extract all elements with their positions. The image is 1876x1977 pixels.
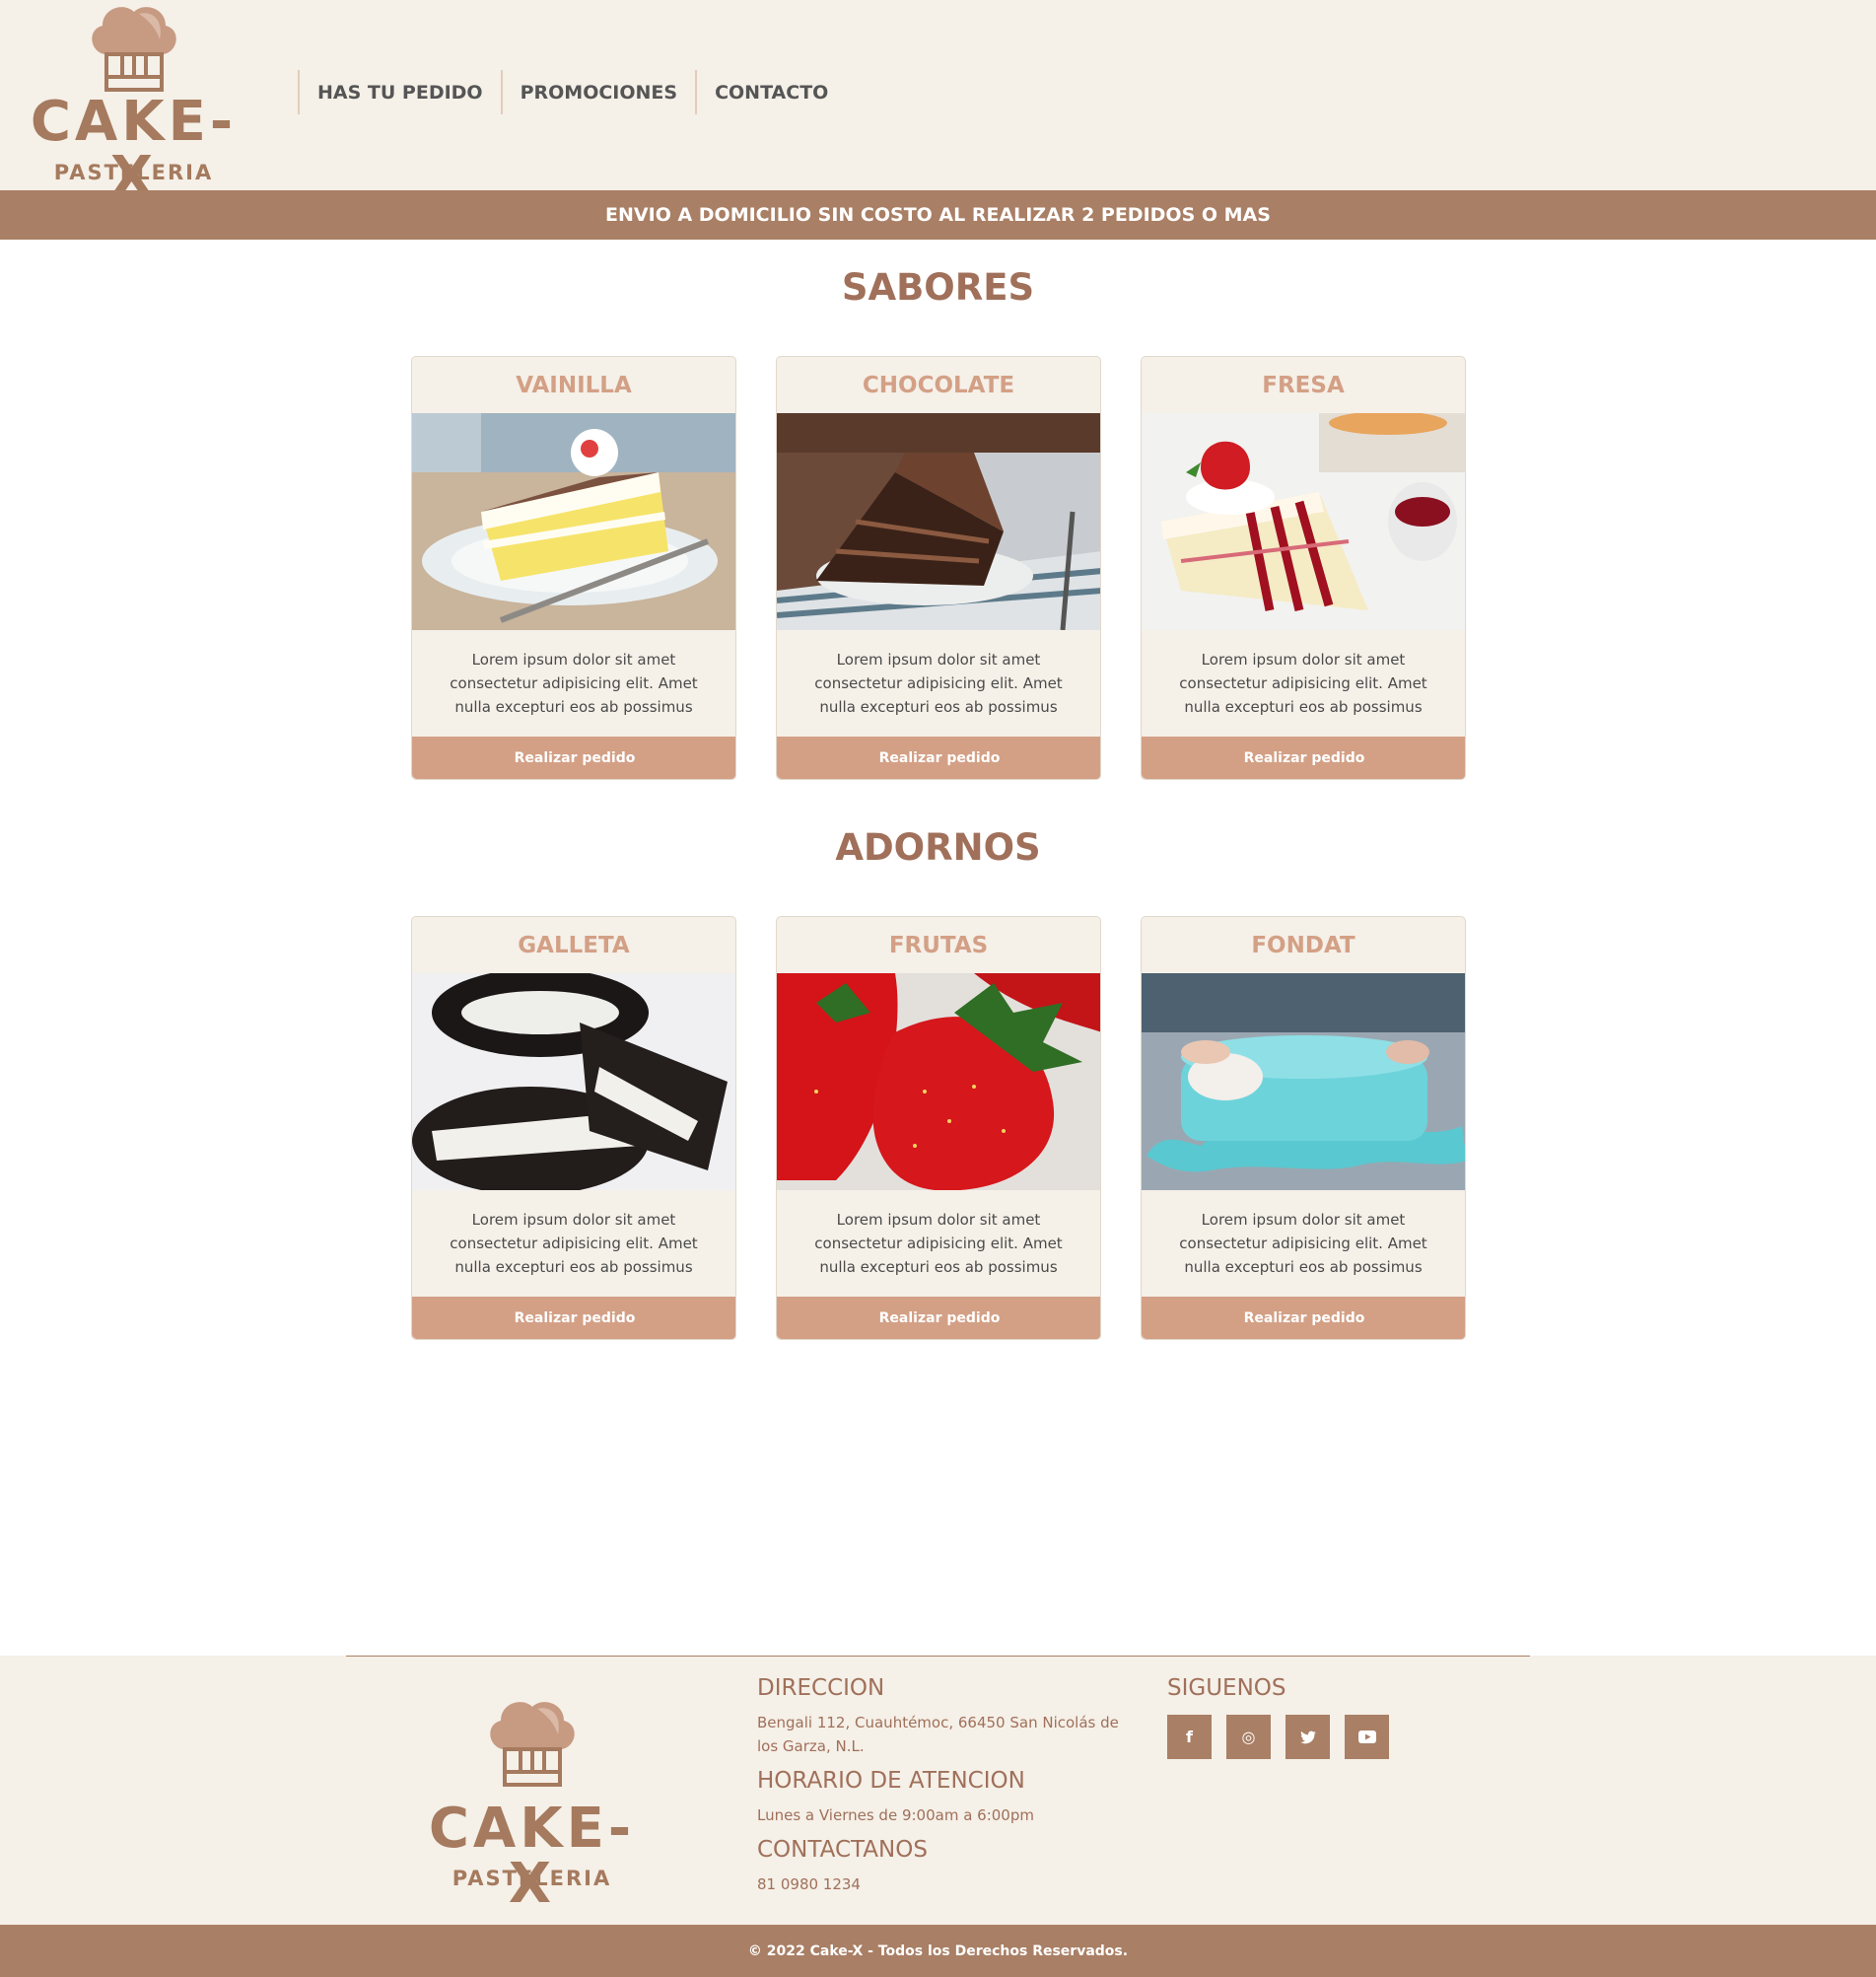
nav-item-promociones[interactable]: PROMOCIONES	[500, 70, 696, 114]
footer-brand-subtitle: PASTELERIA	[452, 1867, 612, 1890]
strawberries-image	[777, 973, 1100, 1190]
footer-social: SIGUENOS	[1167, 1675, 1285, 1711]
nav-item-pedido[interactable]: HAS TU PEDIDO	[298, 70, 501, 114]
card-title: FONDAT	[1251, 932, 1355, 958]
contacto-title: CONTACTANOS	[757, 1837, 928, 1863]
cookies-image	[412, 973, 735, 1190]
site-footer: CAKE-X PASTELERIA DIRECCION Bengali 112,…	[0, 1656, 1876, 1925]
brand-logo[interactable]: CAKE-X PASTELERIA	[18, 0, 249, 205]
facebook-icon[interactable]: f	[1167, 1715, 1212, 1759]
chef-hat-icon	[490, 1702, 575, 1787]
product-card: VAINILLA Lorem ipsum dolor sit amet cons…	[411, 356, 736, 780]
footer-divider	[346, 1656, 1530, 1657]
nav-item-contacto[interactable]: CONTACTO	[695, 70, 846, 114]
product-card: FRESA Lorem ipsum dolor sit amet consect…	[1141, 356, 1466, 780]
footer-logo[interactable]: CAKE-X PASTELERIA	[416, 1695, 648, 1912]
contacto-phone: 81 0980 1234	[757, 1875, 861, 1893]
card-title: FRESA	[1262, 372, 1345, 398]
card-description: Lorem ipsum dolor sit amet consectetur a…	[450, 1211, 698, 1276]
section-title-adornos: ADORNOS	[835, 826, 1041, 869]
product-card: CHOCOLATE Lorem ipsum dolor sit amet con…	[776, 356, 1101, 780]
horario-title: HORARIO DE ATENCION	[757, 1768, 1025, 1794]
card-title: FRUTAS	[888, 932, 989, 958]
brand-name: CAKE-X	[30, 90, 238, 209]
order-button[interactable]: Realizar pedido	[412, 737, 735, 779]
product-card: GALLETA Lorem ipsum dolor sit amet conse…	[411, 916, 736, 1340]
order-button[interactable]: Realizar pedido	[777, 737, 1100, 779]
twitter-icon[interactable]	[1285, 1715, 1330, 1759]
copyright-bar: © 2022 Cake-X - Todos los Derechos Reser…	[0, 1925, 1876, 1977]
card-description: Lorem ipsum dolor sit amet consectetur a…	[1179, 651, 1427, 716]
order-button[interactable]: Realizar pedido	[777, 1297, 1100, 1339]
youtube-icon[interactable]	[1345, 1715, 1389, 1759]
order-button[interactable]: Realizar pedido	[1142, 737, 1465, 779]
chef-hat-icon	[92, 7, 176, 92]
chocolate-cake-image	[777, 413, 1100, 630]
banner-text: ENVIO A DOMICILIO SIN COSTO AL REALIZAR …	[605, 204, 1271, 226]
product-card: FRUTAS Lorem ipsum dolor sit amet consec…	[776, 916, 1101, 1340]
strawberry-cake-image	[1142, 413, 1465, 630]
card-description: Lorem ipsum dolor sit amet consectetur a…	[450, 651, 698, 716]
footer-brand-name: CAKE-X	[428, 1797, 636, 1916]
site-header: CAKE-X PASTELERIA HAS TU PEDIDO PROMOCIO…	[0, 0, 1876, 205]
card-title: GALLETA	[518, 932, 630, 958]
social-links: f ◎	[1167, 1715, 1389, 1759]
vanilla-cake-image	[412, 413, 735, 630]
card-description: Lorem ipsum dolor sit amet consectetur a…	[1179, 1211, 1427, 1276]
card-title: CHOCOLATE	[862, 372, 1015, 398]
siguenos-title: SIGUENOS	[1167, 1675, 1286, 1701]
direccion-text: Bengali 112, Cuauhtémoc, 66450 San Nicol…	[757, 1714, 1119, 1755]
card-description: Lorem ipsum dolor sit amet consectetur a…	[814, 1211, 1063, 1276]
horario-text: Lunes a Viernes de 9:00am a 6:00pm	[757, 1806, 1034, 1824]
direccion-title: DIRECCION	[757, 1675, 885, 1701]
card-title: VAINILLA	[516, 372, 632, 398]
instagram-icon[interactable]: ◎	[1226, 1715, 1271, 1759]
section-title-sabores: SABORES	[841, 266, 1035, 309]
main-nav: HAS TU PEDIDO PROMOCIONES CONTACTO	[298, 70, 846, 114]
fondant-image	[1142, 973, 1465, 1190]
order-button[interactable]: Realizar pedido	[1142, 1297, 1465, 1339]
card-description: Lorem ipsum dolor sit amet consectetur a…	[814, 651, 1063, 716]
brand-subtitle: PASTELERIA	[53, 161, 214, 184]
product-card: FONDAT Lorem ipsum dolor sit amet consec…	[1141, 916, 1466, 1340]
shipping-banner: ENVIO A DOMICILIO SIN COSTO AL REALIZAR …	[0, 190, 1876, 240]
order-button[interactable]: Realizar pedido	[412, 1297, 735, 1339]
copyright-text: © 2022 Cake-X - Todos los Derechos Reser…	[747, 1942, 1129, 1959]
footer-info: DIRECCION Bengali 112, Cuauhtémoc, 66450…	[757, 1675, 1122, 1896]
